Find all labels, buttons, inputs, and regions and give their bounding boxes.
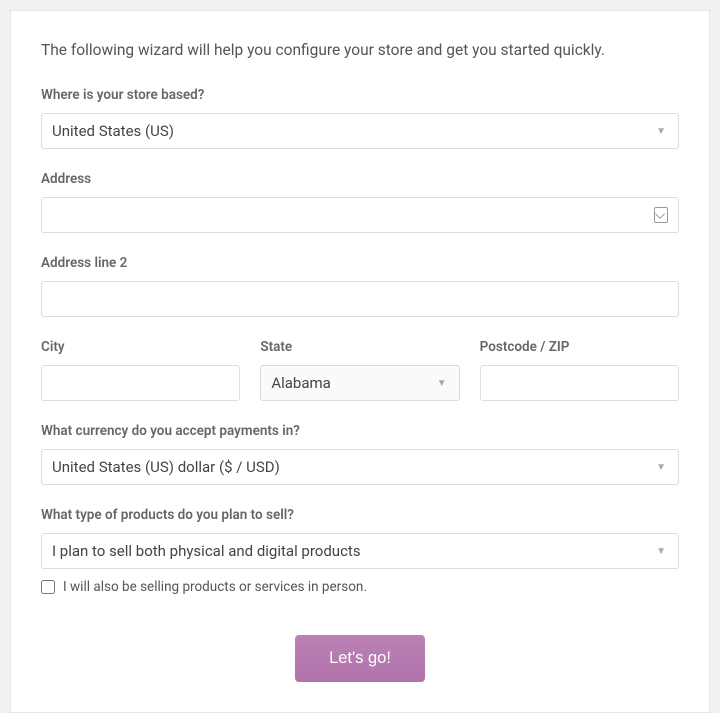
product-type-label: What type of products do you plan to sel… [41,507,679,523]
address2-label: Address line 2 [41,255,679,271]
city-group: City [41,339,240,401]
currency-label: What currency do you accept payments in? [41,423,679,439]
product-type-value: I plan to sell both physical and digital… [52,542,361,560]
lets-go-button[interactable]: Let's go! [295,635,425,682]
store-location-value: United States (US) [52,122,174,140]
address2-input[interactable] [52,282,668,316]
city-input[interactable] [52,366,229,400]
address-input-wrap [41,197,679,233]
chevron-down-icon: ▼ [656,126,666,137]
currency-select[interactable]: United States (US) dollar ($ / USD) ▼ [41,449,679,485]
city-state-zip-row: City State Alabama ▼ Postcode / ZIP [41,339,679,401]
state-label: State [260,339,459,355]
currency-group: What currency do you accept payments in?… [41,423,679,485]
in-person-row: I will also be selling products or servi… [41,579,679,595]
address2-group: Address line 2 [41,255,679,317]
state-value: Alabama [271,374,331,392]
chevron-down-icon: ▼ [437,378,447,389]
submit-wrap: Let's go! [41,635,679,682]
store-location-group: Where is your store based? United States… [41,87,679,149]
address-label: Address [41,171,679,187]
postcode-input-wrap [480,365,679,401]
in-person-checkbox[interactable] [41,580,55,594]
wizard-card: The following wizard will help you confi… [10,10,710,713]
postcode-label: Postcode / ZIP [480,339,679,355]
chevron-down-icon: ▼ [656,546,666,557]
product-type-select[interactable]: I plan to sell both physical and digital… [41,533,679,569]
postcode-group: Postcode / ZIP [480,339,679,401]
chevron-down-icon: ▼ [656,462,666,473]
city-input-wrap [41,365,240,401]
store-location-label: Where is your store based? [41,87,679,103]
postcode-input[interactable] [491,366,668,400]
state-group: State Alabama ▼ [260,339,459,401]
autofill-icon[interactable] [654,207,668,223]
product-type-group: What type of products do you plan to sel… [41,507,679,569]
address-group: Address [41,171,679,233]
address-input[interactable] [52,198,668,232]
state-select[interactable]: Alabama ▼ [260,365,459,401]
city-label: City [41,339,240,355]
in-person-label: I will also be selling products or servi… [63,579,367,595]
currency-value: United States (US) dollar ($ / USD) [52,458,280,476]
intro-text: The following wizard will help you confi… [41,41,679,59]
store-location-select[interactable]: United States (US) ▼ [41,113,679,149]
address2-input-wrap [41,281,679,317]
